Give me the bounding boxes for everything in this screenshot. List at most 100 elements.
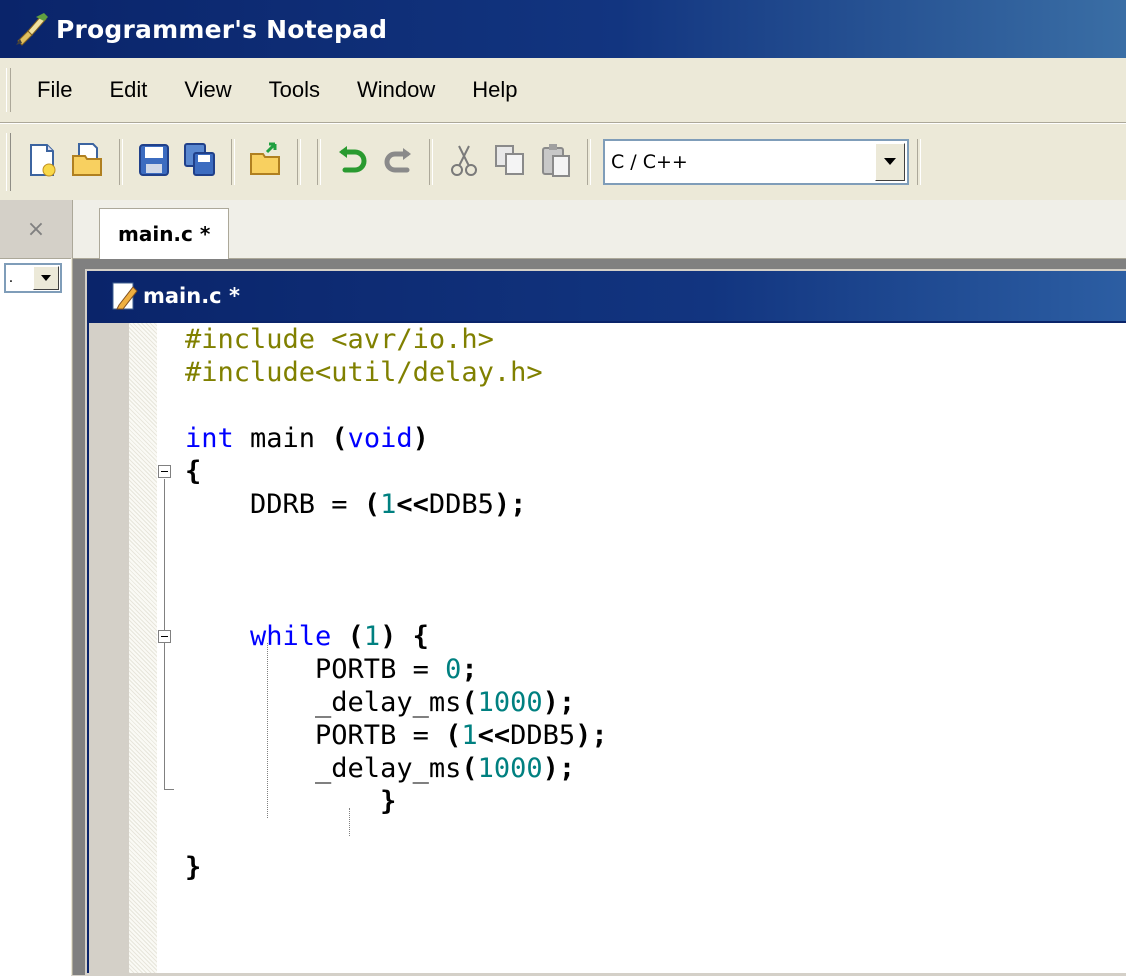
paren: ) (412, 423, 429, 454)
menubar-grip[interactable] (6, 68, 11, 112)
shift-op: << (396, 489, 429, 520)
save-all-icon (183, 142, 217, 182)
menu-file[interactable]: File (27, 77, 89, 103)
code-line-15: } (185, 786, 397, 817)
redo-button[interactable] (375, 137, 421, 187)
fold-toggle-while[interactable] (158, 630, 171, 643)
code-line-14: _delay_ms(1000); (185, 753, 576, 784)
fold-margin (157, 323, 183, 973)
open-file-button[interactable] (65, 137, 111, 187)
left-pane-body: . (0, 258, 71, 976)
toolbar-separator (317, 139, 321, 185)
menu-help[interactable]: Help (452, 77, 534, 103)
open-file-icon (71, 142, 105, 182)
undo-icon (335, 142, 369, 182)
code-line-10: while (1) { (185, 620, 429, 653)
number-literal: 1 (380, 489, 397, 520)
cut-button[interactable] (441, 137, 487, 187)
paren: ( (331, 423, 348, 454)
code-area[interactable]: #include <avr/io.h> #include<util/delay.… (185, 323, 1126, 973)
menu-window[interactable]: Window (337, 77, 452, 103)
left-pane-select-value: . (8, 270, 14, 286)
code-line-12: _delay_ms(1000); (185, 687, 576, 718)
title-bar[interactable]: Programmer's Notepad (0, 0, 1126, 58)
paste-button[interactable] (533, 137, 579, 187)
new-file-icon (25, 142, 59, 182)
semicolon: ; (461, 654, 478, 685)
toolbar-grip[interactable] (6, 133, 11, 191)
code-line-11: PORTB = 0; (185, 654, 478, 685)
paren: ); (542, 753, 576, 784)
keyword-while: while (250, 621, 332, 652)
paren: ); (542, 687, 576, 718)
menu-tools[interactable]: Tools (249, 77, 337, 103)
undo-button[interactable] (329, 137, 375, 187)
toolbar-separator (587, 139, 591, 185)
chevron-down-icon[interactable] (33, 266, 59, 290)
pencil-icon (111, 281, 139, 311)
paren: ( (363, 489, 381, 520)
left-pane-select[interactable]: . (4, 263, 62, 293)
paren: ( (445, 720, 462, 751)
save-icon (137, 142, 171, 182)
fold-line (164, 479, 165, 759)
open-project-icon (249, 142, 283, 182)
paren: ) { (380, 621, 429, 652)
keyword-void: void (347, 423, 413, 454)
menu-bar: File Edit View Tools Window Help (0, 58, 1126, 123)
toolbar-separator (297, 139, 301, 185)
tab-strip: main.c * (73, 200, 1126, 259)
scheme-select[interactable]: C / C++ (603, 139, 909, 185)
fold-line (164, 759, 165, 789)
left-pane: × . (0, 200, 73, 976)
code-editor[interactable]: #include <avr/io.h> #include<util/delay.… (89, 323, 1126, 973)
scheme-select-value: C / C++ (611, 151, 688, 173)
code-line-5: { (185, 456, 202, 487)
code-line-13: PORTB = (1<<DDB5); (185, 720, 608, 751)
paren: ); (575, 720, 608, 751)
keyword-int: int (185, 423, 234, 454)
number-literal: 0 (445, 654, 462, 685)
code-line-4: int main (void) (185, 423, 429, 454)
window-title: Programmer's Notepad (56, 14, 388, 44)
document-window: main.c * #include <avr/io.h> #include<ut… (85, 269, 1126, 975)
menu-edit[interactable]: Edit (89, 77, 164, 103)
chevron-down-icon[interactable] (875, 143, 905, 181)
toolbar: C / C++ (0, 123, 1126, 201)
toolbar-separator (231, 139, 235, 185)
number-literal: 1000 (477, 753, 543, 784)
save-all-button[interactable] (177, 137, 223, 187)
new-file-button[interactable] (19, 137, 65, 187)
tab-main-c[interactable]: main.c * (99, 208, 230, 259)
close-pane-icon[interactable]: × (0, 200, 72, 258)
shift-op: << (477, 720, 511, 751)
toolbar-separator (429, 139, 433, 185)
code-line-2: #include<util/delay.h> (185, 357, 543, 388)
number-literal: 1 (461, 720, 478, 751)
open-project-button[interactable] (243, 137, 289, 187)
app-icon (14, 11, 50, 47)
paren: ( (461, 753, 478, 784)
mdi-client: main.c * #include <avr/io.h> #include<ut… (73, 259, 1126, 975)
copy-button[interactable] (487, 137, 533, 187)
save-button[interactable] (131, 137, 177, 187)
toolbar-separator (917, 139, 921, 185)
marker-margin (129, 323, 157, 973)
line-number-margin (89, 323, 129, 973)
number-literal: 1000 (477, 687, 543, 718)
copy-icon (493, 142, 527, 182)
toolbar-separator (119, 139, 123, 185)
menu-view[interactable]: View (164, 77, 248, 103)
code-line-6: DDRB = (1<<DDB5); (185, 489, 527, 520)
paste-icon (539, 142, 573, 182)
paren: ( (347, 621, 364, 652)
number-literal: 1 (363, 621, 381, 652)
paren: ( (461, 687, 478, 718)
redo-icon (381, 142, 415, 182)
document-title: main.c * (143, 284, 240, 308)
code-line-1: #include <avr/io.h> (185, 324, 494, 355)
fold-toggle-main[interactable] (158, 465, 171, 478)
code-line-17: } (185, 852, 202, 883)
document-title-bar[interactable]: main.c * (87, 271, 1126, 321)
fold-end (164, 789, 174, 790)
